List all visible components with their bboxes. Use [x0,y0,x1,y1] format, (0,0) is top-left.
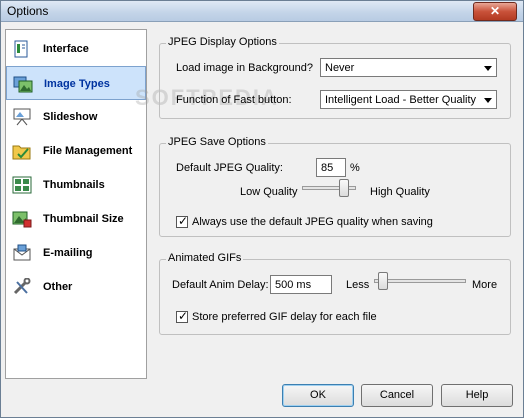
less-label: Less [346,279,370,291]
anim-delay-label: Default Anim Delay: [172,279,269,291]
always-default-quality-checkbox[interactable]: ✓ [176,214,189,228]
sidebar-item-label: Other [43,281,73,293]
slider-thumb[interactable] [378,272,388,290]
cancel-button[interactable]: Cancel [361,384,433,407]
more-label: More [472,279,498,291]
fast-button-select[interactable]: Intelligent Load - Better Quality [320,90,497,109]
category-list: Interface Image Types Slideshow File Man… [5,29,147,379]
store-delay-checkbox[interactable]: ✓ [176,309,189,323]
sidebar-item-slideshow[interactable]: Slideshow [6,100,146,134]
quality-input[interactable]: 85 [316,158,346,177]
help-button[interactable]: Help [441,384,513,407]
low-quality-label: Low Quality [240,186,298,198]
ok-button[interactable]: OK [282,384,354,407]
image-types-icon [13,76,33,93]
animated-gifs-group: Animated GIFs Default Anim Delay: 500 ms… [159,252,511,335]
group-legend: JPEG Display Options [166,36,279,48]
sidebar-item-image-types[interactable]: Image Types [6,66,146,100]
fast-button-label: Function of Fast button: [176,94,292,106]
sidebar-item-label: Thumbnail Size [43,213,124,225]
window-title: Options [7,4,49,18]
select-value: Never [325,62,355,74]
anim-delay-value: 500 ms [275,279,312,291]
close-icon: ✕ [489,4,501,18]
sidebar-item-interface[interactable]: Interface [6,32,146,66]
other-icon [13,278,31,295]
group-legend: Animated GIFs [166,252,244,264]
sidebar-item-other[interactable]: Other [6,270,146,304]
options-window: Options ✕ Interface Image Types Slidesho… [0,0,524,418]
check-icon: ✓ [178,214,189,228]
jpeg-display-group: JPEG Display Options Load image in Backg… [159,36,511,119]
sidebar-item-thumbnails[interactable]: Thumbnails [6,168,146,202]
sidebar-item-label: File Management [43,145,133,157]
load-background-select[interactable]: Never [320,58,497,77]
anim-delay-slider[interactable] [374,270,466,294]
thumbnails-icon [12,176,32,194]
quality-value: 85 [321,162,334,174]
file-management-icon [12,145,31,160]
group-legend: JPEG Save Options [166,136,268,148]
sidebar-item-thumbnail-size[interactable]: Thumbnail Size [6,202,146,236]
quality-label: Default JPEG Quality: [176,162,283,174]
always-default-quality-label: Always use the default JPEG quality when… [192,216,433,228]
slideshow-icon [13,108,31,126]
select-value: Intelligent Load - Better Quality [325,94,477,106]
sidebar-item-label: Slideshow [43,111,98,123]
sidebar-item-label: Thumbnails [43,179,105,191]
thumbnail-size-icon [12,211,32,228]
chevron-down-icon [484,66,492,71]
interface-icon [14,40,28,58]
close-button[interactable]: ✕ [473,2,517,21]
high-quality-label: High Quality [370,186,430,198]
check-icon: ✓ [178,309,189,323]
e-mailing-icon [13,244,31,261]
sidebar-item-e-mailing[interactable]: E-mailing [6,236,146,270]
slider-thumb[interactable] [339,179,349,197]
quality-unit: % [350,162,360,174]
chevron-down-icon [484,98,492,103]
jpeg-save-group: JPEG Save Options Default JPEG Quality: … [159,136,511,237]
sidebar-item-label: E-mailing [43,247,93,259]
title-bar[interactable]: Options ✕ [1,1,523,22]
anim-delay-input[interactable]: 500 ms [270,275,332,294]
sidebar-item-label: Interface [43,43,89,55]
sidebar-item-label: Image Types [44,78,110,90]
store-delay-label: Store preferred GIF delay for each file [192,311,377,323]
load-background-label: Load image in Background? [176,62,313,74]
quality-slider[interactable] [302,178,356,202]
sidebar-item-file-management[interactable]: File Management [6,134,146,168]
